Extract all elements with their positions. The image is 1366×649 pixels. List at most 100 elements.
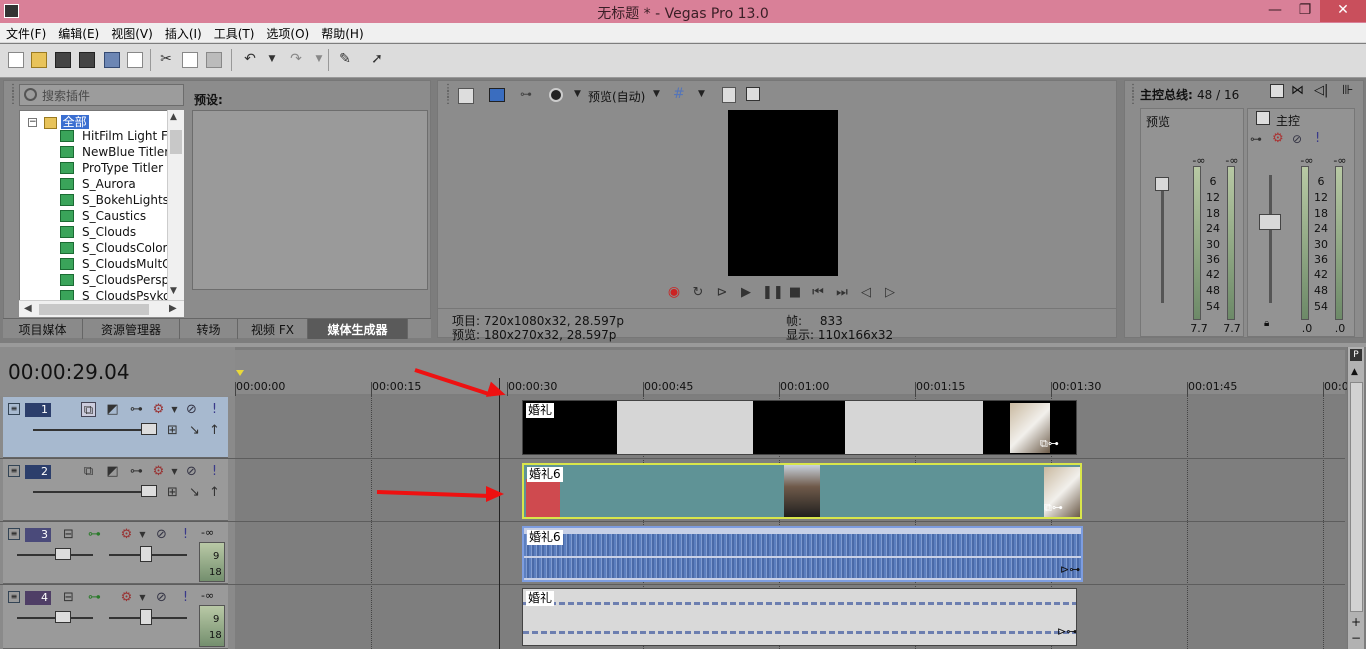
preview-properties-icon[interactable] (458, 88, 474, 104)
level-knob[interactable] (141, 423, 157, 435)
level-knob[interactable] (141, 485, 157, 497)
tree-item[interactable]: S_Caustics (60, 209, 146, 225)
track-header-2[interactable]: ≡ 2 ⧉ ◩ ⊶ ⚙ ▼ ⊘ ! ⊞ ↘ ↑ (3, 459, 228, 521)
make-child-icon[interactable]: ↘ (187, 485, 202, 500)
pan-knob[interactable] (140, 546, 152, 562)
level-slider[interactable] (33, 491, 153, 493)
master-fader[interactable] (1259, 214, 1281, 230)
make-child-icon[interactable]: ↘ (187, 423, 202, 438)
video-clip-track1[interactable]: 婚礼 ⧉⊶ (522, 400, 1077, 455)
audio-clip-track4[interactable]: 婚礼 ⊳⊶ (522, 588, 1077, 646)
pan-knob[interactable] (140, 609, 152, 625)
track-zoom-icon[interactable]: P (1350, 349, 1362, 361)
parent-composite-icon[interactable]: ⊞ (165, 423, 180, 438)
minimize-button[interactable]: — (1260, 0, 1290, 22)
solo-icon[interactable]: ! (207, 464, 222, 479)
menu-insert[interactable]: 插入(I) (159, 23, 208, 42)
undo-dropdown-icon[interactable]: ▼ (264, 52, 280, 68)
video-clip-track2[interactable]: 婚礼6 ⧉⊶ (522, 463, 1082, 519)
tree-horizontal-scrollbar[interactable]: ◀ ▶ (19, 300, 184, 317)
mixer-more-icon[interactable]: ⊪ (1342, 83, 1353, 98)
save-snapshot-icon[interactable] (746, 87, 760, 101)
scroll-right-icon[interactable]: ▶ (169, 303, 177, 314)
zoom-out-icon[interactable]: − (1351, 631, 1361, 645)
collapse-track-icon[interactable]: ≡ (8, 528, 20, 540)
external-monitor-icon[interactable] (489, 88, 505, 102)
compositing-icon[interactable]: ◩ (105, 402, 120, 417)
track-fx-dropdown-icon[interactable]: ▼ (167, 402, 182, 417)
make-parent-icon[interactable]: ↑ (207, 485, 222, 500)
audio-fx-clip-icon[interactable]: ⊳⊶ (1060, 563, 1080, 576)
split-screen-icon[interactable]: ⊶ (520, 87, 532, 101)
track-fx-icon[interactable]: ⚙ (119, 527, 134, 542)
overlays-dropdown-icon[interactable]: ▼ (698, 89, 705, 99)
pan-crop-icon[interactable]: ⧉⊶ (1040, 437, 1059, 451)
next-frame-icon[interactable]: ▷ (882, 285, 898, 301)
dim-output-icon[interactable]: ◁| (1314, 83, 1328, 98)
master-fx-icon[interactable]: ⚙ (1272, 131, 1284, 146)
track-fx-chain-icon[interactable]: ⊶ (129, 402, 144, 417)
master-pan-icon[interactable]: ⊶ (1250, 132, 1262, 146)
track-fx-icon[interactable]: ⚙ (151, 464, 166, 479)
dropdown-icon[interactable]: ▼ (574, 89, 581, 99)
collapse-track-icon[interactable]: ≡ (8, 591, 20, 603)
panel-grip-icon[interactable]: ⋮ ⋮ ⋮ (443, 84, 453, 106)
zoom-in-icon[interactable]: + (1351, 615, 1361, 629)
track-fx-dropdown-icon[interactable]: ▼ (135, 527, 150, 542)
solo-icon[interactable]: ! (207, 402, 222, 417)
undo-icon[interactable]: ↶ (242, 52, 258, 68)
master-mute-icon[interactable]: ⊘ (1292, 132, 1302, 146)
tree-item[interactable]: S_BokehLights (60, 193, 169, 209)
tree-item[interactable]: S_CloudsPerspe (60, 273, 177, 289)
compositing-icon[interactable]: ◩ (105, 464, 120, 479)
collapse-icon[interactable]: − (28, 118, 37, 127)
track-fx-chain-icon[interactable]: ⊶ (129, 464, 144, 479)
scroll-left-icon[interactable]: ◀ (24, 303, 32, 314)
hscroll-thumb[interactable] (39, 304, 149, 315)
track-header-4[interactable]: ≡ 4 ⊟ ⊶ ⚙ ▼ ⊘ ! -∞ 9 18 (3, 585, 228, 649)
tree-item[interactable]: S_Clouds (60, 225, 136, 241)
scroll-down-icon[interactable]: ▼ (170, 286, 177, 296)
audio-fx-chain-icon[interactable]: ⊶ (87, 527, 102, 542)
track-motion-icon[interactable]: ⧉ (81, 464, 96, 479)
save-icon[interactable] (55, 52, 71, 68)
arm-record-icon[interactable]: ⊟ (61, 590, 76, 605)
render-icon[interactable] (104, 52, 120, 68)
audio-fx-chain-icon[interactable]: ⊶ (87, 590, 102, 605)
redo-icon[interactable]: ↷ (288, 52, 304, 68)
properties-icon[interactable] (127, 52, 143, 68)
tree-item[interactable]: S_Aurora (60, 177, 136, 193)
tab-video-fx[interactable]: 视频 FX (238, 319, 308, 339)
arm-record-icon[interactable]: ⊟ (61, 527, 76, 542)
master-insert-icon[interactable] (1256, 111, 1270, 125)
parent-composite-icon[interactable]: ⊞ (165, 485, 180, 500)
track-header-3[interactable]: ≡ 3 ⊟ ⊶ ⚙ ▼ ⊘ ! -∞ 9 18 (3, 522, 228, 584)
timeline-vertical-scrollbar[interactable]: P ▲ + − (1347, 347, 1364, 649)
scroll-thumb[interactable] (1350, 382, 1363, 612)
scroll-thumb[interactable] (170, 130, 182, 154)
menu-tools[interactable]: 工具(T) (208, 23, 261, 42)
mixer-properties-icon[interactable] (1270, 84, 1284, 98)
track-fx-dropdown-icon[interactable]: ▼ (167, 464, 182, 479)
overlays-icon[interactable]: # (673, 86, 685, 102)
restore-button[interactable]: ❐ (1290, 0, 1320, 22)
mute-icon[interactable]: ⊘ (154, 590, 169, 605)
solo-icon[interactable]: ! (178, 590, 193, 605)
audio-fx-clip-icon[interactable]: ⊳⊶ (1057, 625, 1076, 638)
volume-knob[interactable] (55, 548, 71, 560)
open-icon[interactable] (31, 52, 47, 68)
copy-icon[interactable] (182, 52, 198, 68)
audio-clip-track3[interactable]: 婚礼6 ⊳⊶ (522, 526, 1083, 582)
copy-snapshot-icon[interactable] (722, 87, 736, 103)
panel-grip-icon[interactable]: ⋮ ⋮ ⋮ (8, 84, 18, 106)
save-as-icon[interactable] (79, 52, 95, 68)
timecode-display[interactable]: 00:00:29.04 (8, 360, 130, 384)
go-to-start-icon[interactable]: ⏮ (810, 285, 826, 301)
previous-frame-icon[interactable]: ◁ (858, 285, 874, 301)
loop-icon[interactable]: ↻ (690, 285, 706, 301)
volume-knob[interactable] (55, 611, 71, 623)
play-icon[interactable]: ▶ (738, 285, 754, 301)
plugin-tree[interactable]: − 全部 HitFilm Light Fla NewBlue Titler F … (19, 110, 184, 317)
track-fx-icon[interactable]: ⚙ (151, 402, 166, 417)
loop-marker-icon[interactable] (236, 370, 244, 376)
